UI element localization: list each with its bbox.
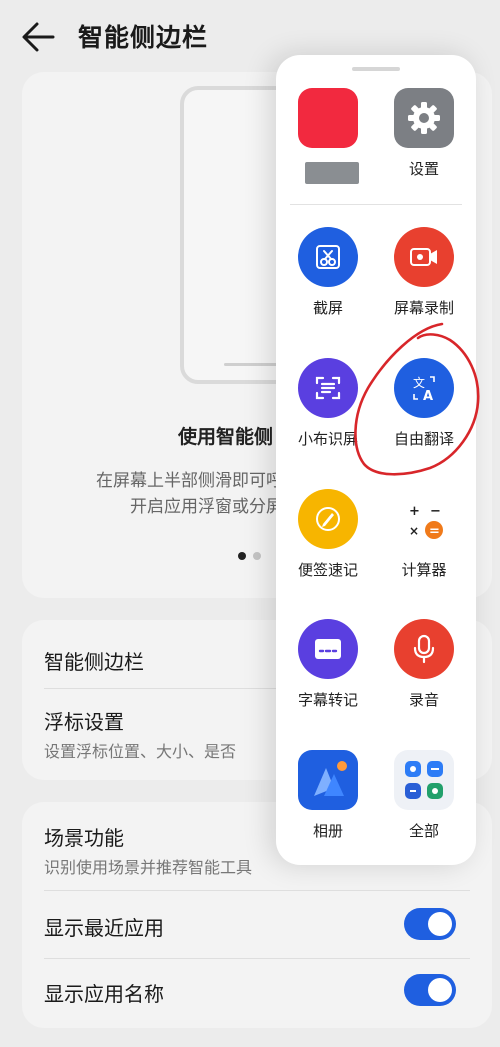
svg-text:+: + [409,504,420,519]
subtitle-icon [315,639,341,659]
show-recent-apps-toggle[interactable] [404,908,456,940]
recorder-app-icon [394,619,454,679]
scissors-icon [316,245,340,269]
divider [44,890,470,891]
calculator-app-icon: + − × = [394,489,454,549]
preview-description: 在屏幕上半部侧滑即可呼出 开启应用浮窗或分屏。 [40,468,300,520]
gear-icon [408,102,440,134]
sidebar-app-settings[interactable]: 设置 [376,88,472,198]
sidebar-app-all[interactable]: 全部 [376,750,472,860]
app-label: 计算器 [401,561,447,579]
scene-function-subtitle: 识别使用场景并推荐智能工具 [44,858,253,877]
page-dot[interactable] [253,552,261,560]
redacted-app-icon [298,88,358,148]
photos-app-icon [298,750,358,810]
smart-sidebar-settings-page: 智能侧边栏 使用智能侧 在屏幕上半部侧滑即可呼出 开启应用浮窗或分屏。 智能侧边… [0,0,500,1047]
toggle-knob [428,978,452,1002]
photo-album-icon [314,761,347,796]
panel-drag-handle[interactable] [352,67,400,71]
app-label: 设置 [408,160,439,178]
float-settings-row[interactable]: 浮标设置 [44,706,124,735]
back-arrow-icon [22,22,55,52]
show-app-names-toggle[interactable] [404,974,456,1006]
settings-app-icon [394,88,454,148]
quick-notes-app-icon [298,489,358,549]
scan-text-icon [315,376,341,400]
app-label: 录音 [408,691,439,709]
app-label: 截屏 [312,299,343,317]
sidebar-app-photos[interactable]: 相册 [280,750,376,860]
app-label: 便签速记 [297,561,358,579]
show-recent-apps-label: 显示最近应用 [44,916,164,940]
app-label: 屏幕录制 [393,299,454,317]
app-label: 字幕转记 [297,691,358,709]
sidebar-app-recorder[interactable]: 录音 [376,619,472,729]
svg-text:=: = [429,524,440,539]
svg-text:×: × [409,524,419,538]
page-dot-active[interactable] [238,552,246,560]
sidebar-app-redacted[interactable] [280,88,376,198]
calculator-icon: + − × = [409,504,443,539]
microphone-icon [413,634,435,664]
app-label: 相册 [312,822,343,840]
video-camera-icon [410,248,437,266]
preview-description-line2: 开启应用浮窗或分屏。 [130,497,300,517]
toggle-knob [428,912,452,936]
preview-description-line1: 在屏幕上半部侧滑即可呼出 [96,471,300,491]
sidebar-setting-row[interactable]: 智能侧边栏 [44,646,144,675]
pen-icon [316,507,340,531]
sidebar-app-subtitle-notes[interactable]: 字幕转记 [280,619,376,729]
show-app-names-label: 显示应用名称 [44,982,164,1006]
all-apps-icon [405,761,443,799]
subtitle-notes-app-icon [298,619,358,679]
screenshot-app-icon [298,227,358,287]
scene-function-row[interactable]: 场景功能 [44,822,124,851]
float-settings-subtitle: 设置浮标位置、大小、是否 [44,742,237,761]
back-button[interactable] [20,20,60,54]
sidebar-app-quick-notes[interactable]: 便签速记 [280,489,376,599]
svg-text:−: − [430,504,441,519]
all-apps-icon-container [394,750,454,810]
redacted-app-label [305,162,359,184]
screen-record-app-icon [394,227,454,287]
app-label: 全部 [408,822,439,840]
preview-title: 使用智能侧 [178,426,274,448]
panel-divider [290,204,462,205]
annotation-circle [354,322,480,476]
divider [44,958,470,959]
page-indicator [238,552,261,560]
sidebar-app-calculator[interactable]: + − × = 计算器 [376,489,472,599]
page-title: 智能侧边栏 [78,23,209,52]
